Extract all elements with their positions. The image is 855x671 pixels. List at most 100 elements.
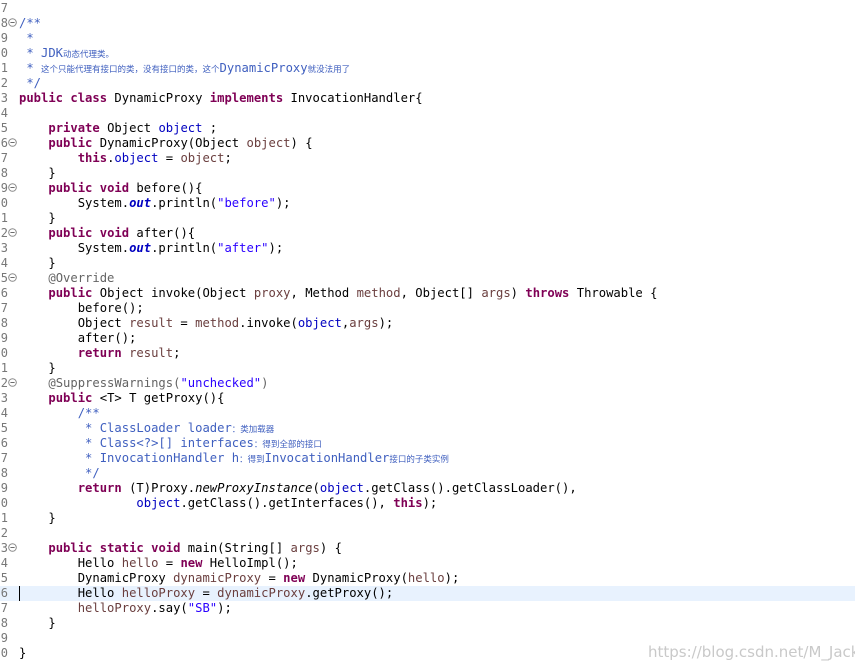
line-number: 7 bbox=[0, 151, 8, 165]
fold-collapse-icon[interactable] bbox=[8, 18, 17, 27]
code-token: ); bbox=[378, 316, 394, 330]
line-number: 6 bbox=[0, 586, 8, 600]
code-token: void bbox=[151, 541, 181, 555]
code-token: void bbox=[99, 226, 130, 240]
code-line[interactable]: 6 Hello helloProxy = dynamicProxy.getPro… bbox=[0, 586, 855, 601]
code-token: ：得到全部的接口 bbox=[253, 440, 322, 450]
code-token: 这个只能代理有接口的类，没有接口的类，这个 bbox=[41, 65, 220, 75]
code-line[interactable]: 0 System.out.println("before"); bbox=[0, 196, 855, 211]
code-line[interactable]: 4 } bbox=[0, 256, 855, 271]
code-line[interactable]: 2 @SuppressWarnings("unchecked") bbox=[0, 376, 855, 391]
line-number: 2 bbox=[0, 226, 8, 240]
code-token: object bbox=[319, 481, 364, 495]
code-line[interactable]: 2 public void after(){ bbox=[0, 226, 855, 241]
fold-collapse-icon[interactable] bbox=[8, 183, 17, 192]
code-line[interactable]: 0 return result; bbox=[0, 346, 855, 361]
code-token: HelloImpl(); bbox=[202, 556, 298, 570]
code-token: ); bbox=[217, 601, 232, 615]
code-line[interactable]: 0 * JDK动态代理类。 bbox=[0, 46, 855, 61]
code-token: } bbox=[19, 511, 56, 525]
code-line[interactable]: 6 public Object invoke(Object proxy, Met… bbox=[0, 286, 855, 301]
code-text: return (T)Proxy.newProxyInstance(object.… bbox=[19, 481, 577, 496]
code-line[interactable]: 8 Object result = method.invoke(object,a… bbox=[0, 316, 855, 331]
code-token: result bbox=[129, 316, 174, 330]
fold-collapse-icon[interactable] bbox=[8, 543, 17, 552]
fold-collapse-icon[interactable] bbox=[8, 138, 17, 147]
code-line[interactable]: 2 */ bbox=[0, 76, 855, 91]
code-token: /** bbox=[77, 406, 100, 420]
code-line[interactable]: 5 * ClassLoader loader：类加载器 bbox=[0, 421, 855, 436]
code-line[interactable]: 6 public DynamicProxy(Object object) { bbox=[0, 136, 855, 151]
code-line[interactable]: 7 * InvocationHandler h：得到InvocationHand… bbox=[0, 451, 855, 466]
code-line[interactable]: 9 return (T)Proxy.newProxyInstance(objec… bbox=[0, 481, 855, 496]
code-token: args bbox=[290, 541, 320, 555]
code-line[interactable]: 1 } bbox=[0, 211, 855, 226]
line-number: 3 bbox=[0, 391, 8, 405]
code-line[interactable]: 9 * bbox=[0, 31, 855, 46]
code-token: proxy bbox=[253, 286, 291, 300]
line-number: 6 bbox=[0, 436, 8, 450]
code-token: public bbox=[48, 541, 93, 555]
code-token: /** bbox=[19, 16, 42, 30]
code-token: } bbox=[19, 211, 56, 225]
code-line[interactable]: 5 @Override bbox=[0, 271, 855, 286]
code-text: /** bbox=[19, 16, 41, 31]
code-token: class bbox=[70, 91, 108, 105]
code-line[interactable]: 9 after(); bbox=[0, 331, 855, 346]
fold-collapse-icon[interactable] bbox=[8, 378, 17, 387]
code-line[interactable]: 9 public void before(){ bbox=[0, 181, 855, 196]
code-line[interactable]: 4 /** bbox=[0, 406, 855, 421]
code-token: private bbox=[48, 121, 100, 135]
code-text: helloProxy.say("SB"); bbox=[19, 601, 232, 616]
code-token: } bbox=[19, 361, 56, 375]
code-line[interactable]: 6 * Class<?>[] interfaces：得到全部的接口 bbox=[0, 436, 855, 451]
code-text: public Object invoke(Object proxy, Metho… bbox=[19, 286, 657, 301]
code-line[interactable]: 3 public static void main(String[] args)… bbox=[0, 541, 855, 556]
code-token: new bbox=[283, 571, 306, 585]
line-number: 8 bbox=[0, 466, 8, 480]
code-line[interactable]: 7 helloProxy.say("SB"); bbox=[0, 601, 855, 616]
code-line[interactable]: 7 bbox=[0, 1, 855, 16]
code-line[interactable]: 8 } bbox=[0, 616, 855, 631]
code-line[interactable]: 3 public class DynamicProxy implements In… bbox=[0, 91, 855, 106]
fold-collapse-icon[interactable] bbox=[8, 273, 17, 282]
code-line[interactable]: 7 before(); bbox=[0, 301, 855, 316]
line-number: 1 bbox=[0, 361, 8, 375]
code-line[interactable]: 4 bbox=[0, 106, 855, 121]
code-token: hello bbox=[407, 571, 445, 585]
code-token: */ bbox=[85, 466, 100, 480]
code-line[interactable]: 1 } bbox=[0, 511, 855, 526]
code-line[interactable]: 8 /** bbox=[0, 16, 855, 31]
code-line[interactable]: 1 * 这个只能代理有接口的类，没有接口的类，这个DynamicProxy就没法… bbox=[0, 61, 855, 76]
code-line[interactable]: 1 } bbox=[0, 361, 855, 376]
code-token: <T> T getProxy(){ bbox=[92, 391, 225, 405]
code-line[interactable]: 5 DynamicProxy dynamicProxy = new Dynami… bbox=[0, 571, 855, 586]
code-token: ) bbox=[261, 376, 269, 390]
code-line[interactable]: 4 Hello hello = new HelloImpl(); bbox=[0, 556, 855, 571]
code-token: .println( bbox=[151, 196, 218, 210]
code-text: Hello hello = new HelloImpl(); bbox=[19, 556, 298, 571]
code-token: object bbox=[158, 121, 203, 135]
code-text: } bbox=[19, 166, 55, 181]
fold-collapse-icon[interactable] bbox=[8, 228, 17, 237]
line-number: 9 bbox=[0, 331, 8, 345]
code-line[interactable]: 0 object.getClass().getInterfaces(), thi… bbox=[0, 496, 855, 511]
code-token: .invoke( bbox=[239, 316, 298, 330]
code-line[interactable]: 7 this.object = object; bbox=[0, 151, 855, 166]
code-line[interactable]: 3 public <T> T getProxy(){ bbox=[0, 391, 855, 406]
line-number: 5 bbox=[0, 121, 8, 135]
code-line[interactable]: 8 } bbox=[0, 166, 855, 181]
code-line[interactable]: 2 bbox=[0, 526, 855, 541]
code-text: @SuppressWarnings("unchecked") bbox=[19, 376, 269, 391]
code-editor[interactable]: 7 8/** 9 * 0 * JDK动态代理类。 1 * 这个只能代理有接口的类，没有接… bbox=[0, 0, 855, 671]
code-line[interactable]: 5 private Object object ; bbox=[0, 121, 855, 136]
line-number: 7 bbox=[0, 1, 8, 15]
code-line[interactable]: 3 System.out.println("after"); bbox=[0, 241, 855, 256]
code-line[interactable]: 8 */ bbox=[0, 466, 855, 481]
